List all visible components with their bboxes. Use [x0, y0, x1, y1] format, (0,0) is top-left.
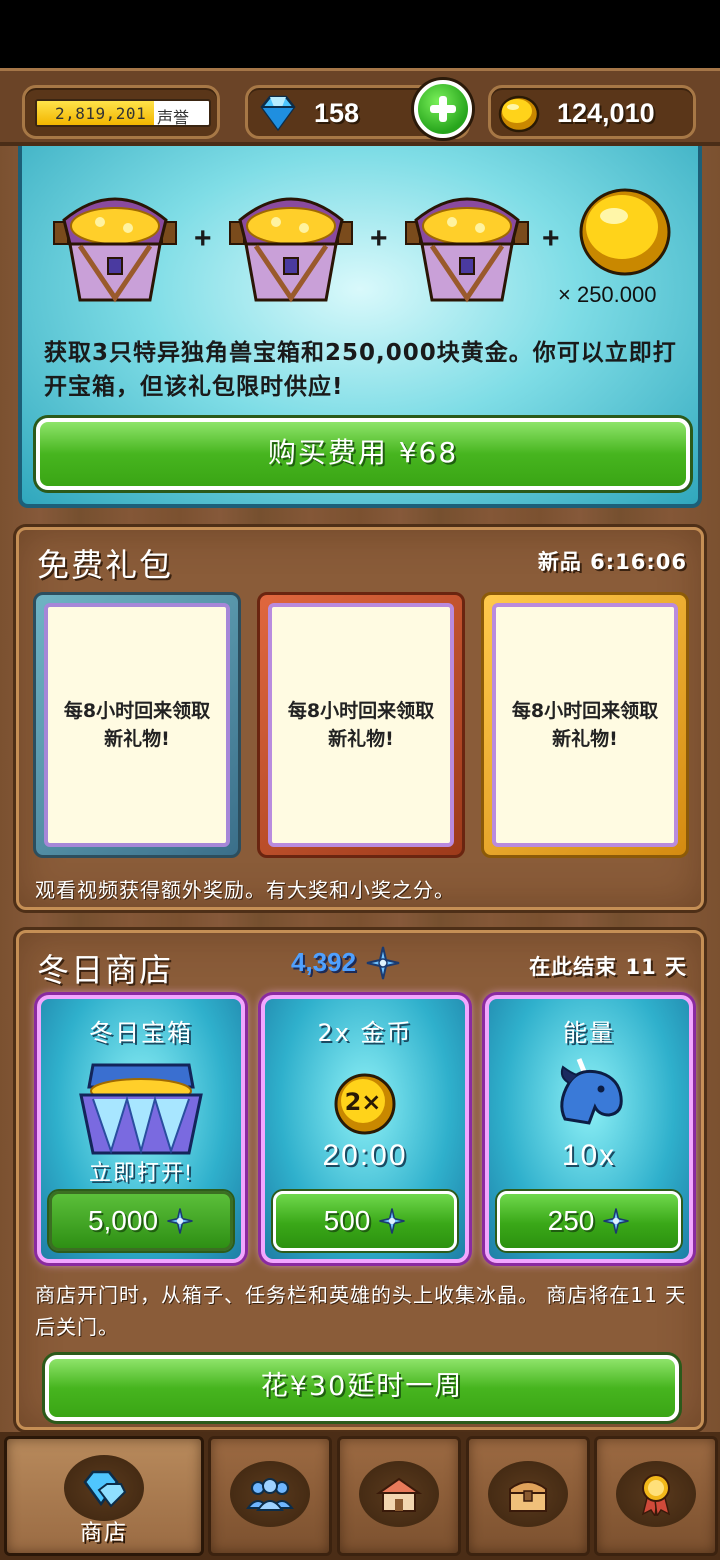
gift-card-text: 每8小时回来领取新礼物!: [268, 603, 454, 847]
price-value: 500: [323, 1205, 371, 1236]
double-gold-coin-icon: 2×: [334, 1073, 396, 1135]
currency-bar: 2,819,201 声誉 158 124,010: [0, 68, 720, 146]
shop-ends-label: 在此结束 11 天: [529, 955, 687, 979]
reputation-value: 2,819,201: [55, 104, 147, 123]
gift-timer: 新品 6:16:06: [537, 550, 687, 574]
price-value: 250: [547, 1205, 595, 1236]
item-subtitle: 立即打开!: [88, 1160, 194, 1185]
gold-count: 124,010: [557, 98, 655, 128]
free-gifts-panel: 免费礼包 新品 6:16:06 每8小时回来领取新礼物! 每8小时回来领取新礼物…: [16, 527, 704, 910]
gold-coin-icon: [579, 188, 671, 276]
buy-winter-chest-button[interactable]: 5,000: [49, 1191, 233, 1251]
tab-town[interactable]: [337, 1436, 461, 1556]
add-gems-button[interactable]: [414, 80, 472, 138]
reputation-bar: 2,819,201 声誉: [35, 99, 211, 127]
app-screen: 2,819,201 声誉 158 124,010 + + + × 250.000…: [0, 0, 720, 1560]
tab-shop[interactable]: 商店: [4, 1436, 204, 1556]
unicorn-head-icon: [560, 1058, 623, 1125]
plus-icon: +: [194, 222, 212, 255]
offer-panel: + + + × 250.000 获取3只特异独角兽宝箱和250,000块黄金。你…: [18, 146, 702, 508]
gem-count: 158: [314, 98, 360, 128]
gift-note: 观看视频获得额外奖励。有大奖和小奖之分。: [35, 878, 455, 902]
offer-description: 获取3只特异独角兽宝箱和250,000块黄金。你可以立即打开宝箱，但该礼包限时供…: [44, 340, 677, 400]
item-subtitle: 10x: [561, 1139, 617, 1172]
price-value: 5,000: [87, 1205, 159, 1236]
item-subtitle: 20:00: [322, 1139, 408, 1172]
coin-amount: × 250.000: [558, 282, 657, 307]
tab-chests[interactable]: [466, 1436, 590, 1556]
crystal-count: 4,392: [291, 947, 357, 977]
gold-coin-icon: [498, 95, 540, 133]
free-gift-card[interactable]: 每8小时回来领取新礼物!: [257, 592, 465, 858]
unicorn-chest-icon: [405, 197, 529, 303]
panel-title: 冬日商店: [37, 951, 174, 989]
winter-shop-panel: 冬日商店 4,392 在此结束 11 天 冬日宝箱 立即打开! 5,000 2x…: [16, 930, 704, 1430]
diamond-icon: [260, 95, 296, 132]
shop-item-winter-chest[interactable]: 冬日宝箱 立即打开! 5,000: [37, 995, 245, 1263]
unicorn-chest-icon: [229, 197, 353, 303]
bottom-navigation: 商店: [0, 1432, 720, 1560]
shop-note: 商店开门时，从箱子、任务栏和英雄的头上收集冰晶。 商店将在11 天后关门。: [35, 1283, 687, 1339]
tab-achievements[interactable]: [594, 1436, 718, 1556]
reputation-label: 声誉: [157, 108, 190, 127]
heroes-icon: [246, 1478, 294, 1511]
medal-icon: [641, 1474, 671, 1516]
buy-offer-button[interactable]: 购买费用 ¥68: [36, 418, 690, 490]
diamond-icon: [83, 1470, 127, 1508]
unicorn-chest-icon: [53, 197, 177, 303]
free-gift-card[interactable]: 每8小时回来领取新礼物!: [33, 592, 241, 858]
buy-energy-button[interactable]: 250: [497, 1191, 681, 1251]
item-title: 能量: [563, 1019, 615, 1047]
ice-crystal-icon: [603, 1208, 629, 1234]
gold-pill[interactable]: 124,010: [488, 85, 696, 139]
shop-item-energy[interactable]: 能量 10x 250: [485, 995, 693, 1263]
ice-crystal-icon: [167, 1208, 193, 1234]
tab-heroes[interactable]: [208, 1436, 332, 1556]
chest-icon: [509, 1481, 547, 1512]
reputation-pill[interactable]: 2,819,201 声誉: [22, 85, 220, 139]
gift-card-text: 每8小时回来领取新礼物!: [44, 603, 230, 847]
shop-item-double-gold[interactable]: 2x 金币 2× 20:00 500: [261, 995, 469, 1263]
status-bar: [0, 0, 720, 68]
tab-label: 商店: [79, 1521, 128, 1546]
buy-double-gold-button[interactable]: 500: [273, 1191, 457, 1251]
svg-text:2×: 2×: [345, 1088, 382, 1116]
town-icon: [375, 1477, 423, 1512]
item-title: 冬日宝箱: [89, 1019, 193, 1047]
gift-card-text: 每8小时回来领取新礼物!: [492, 603, 678, 847]
ice-crystal-icon: [366, 946, 400, 980]
panel-title: 免费礼包: [37, 546, 174, 584]
plus-icon: +: [370, 222, 388, 255]
extend-shop-button[interactable]: 花¥30延时一周: [45, 1355, 679, 1421]
item-title: 2x 金币: [317, 1019, 413, 1047]
ice-crystal-icon: [379, 1208, 405, 1234]
free-gift-card[interactable]: 每8小时回来领取新礼物!: [481, 592, 689, 858]
plus-icon: +: [542, 222, 560, 255]
winter-chest-icon: [79, 1063, 203, 1155]
